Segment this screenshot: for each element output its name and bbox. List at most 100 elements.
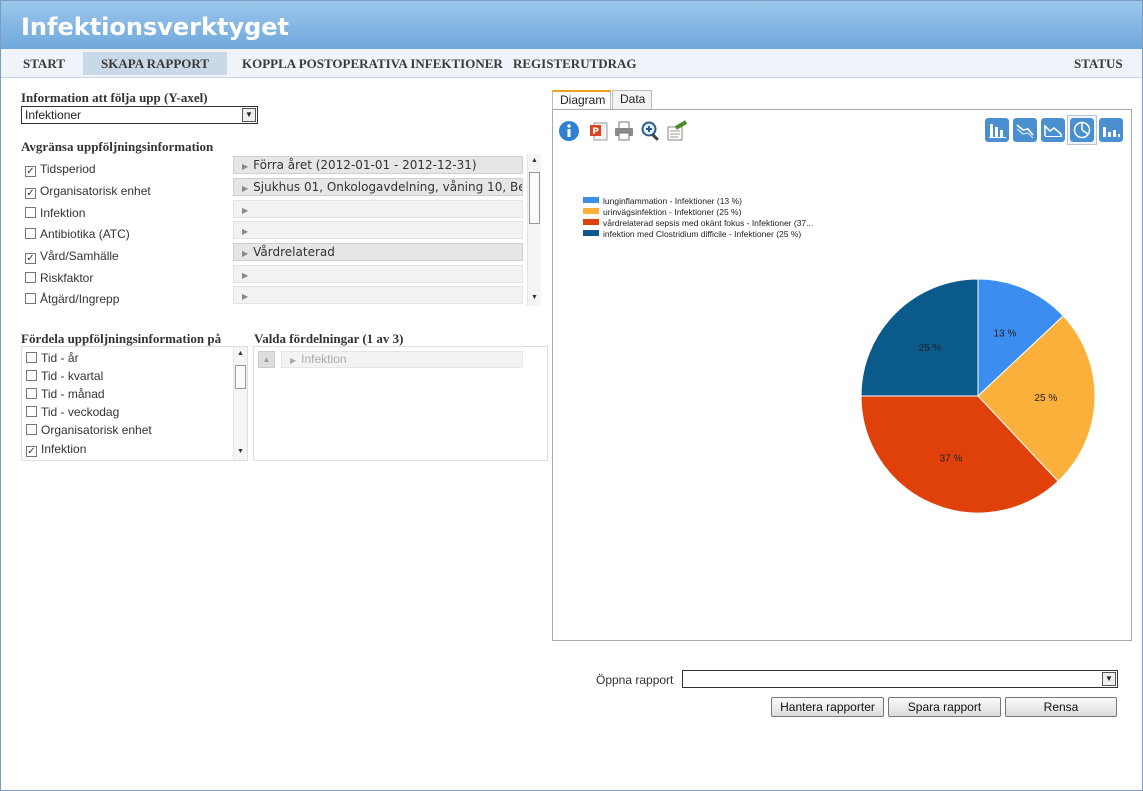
distribute-item-label: Tid - veckodag bbox=[41, 405, 120, 419]
powerpoint-icon[interactable]: P bbox=[588, 120, 610, 142]
bar-chart-icon[interactable] bbox=[985, 118, 1009, 142]
tab-data[interactable]: Data bbox=[612, 90, 652, 109]
nav-status[interactable]: STATUS bbox=[1056, 52, 1141, 75]
distribute-item[interactable]: Tid - månad bbox=[26, 385, 105, 403]
limit-filter[interactable]: ▶ bbox=[233, 265, 523, 283]
tab-diagram[interactable]: Diagram bbox=[552, 90, 611, 110]
info-icon[interactable] bbox=[558, 120, 580, 142]
checkbox[interactable] bbox=[25, 228, 36, 239]
checkbox[interactable] bbox=[26, 424, 37, 435]
distribute-item[interactable]: Tid - år bbox=[26, 349, 79, 367]
distribute-item-label: Organisatorisk enhet bbox=[41, 423, 152, 437]
triangle-right-icon: ▶ bbox=[290, 356, 297, 365]
checkbox[interactable]: ✓ bbox=[26, 446, 37, 457]
checkbox[interactable]: ✓ bbox=[25, 188, 36, 199]
checkbox[interactable] bbox=[26, 370, 37, 381]
pie-slice-label: 25 % bbox=[919, 343, 942, 354]
limit-item[interactable]: Infektion bbox=[25, 204, 85, 222]
limit-filter[interactable]: ▶ Vårdrelaterad bbox=[233, 243, 523, 261]
pie-slice[interactable] bbox=[860, 278, 979, 397]
limit-item-label: Åtgärd/Ingrepp bbox=[40, 292, 120, 306]
checkbox[interactable] bbox=[25, 293, 36, 304]
scroll-down-icon[interactable]: ▼ bbox=[528, 292, 541, 304]
save-report-button[interactable]: Spara rapport bbox=[888, 697, 1001, 717]
limit-item[interactable]: Riskfaktor bbox=[25, 269, 93, 287]
column-chart-icon[interactable] bbox=[1099, 118, 1123, 142]
limit-item[interactable]: ✓ Organisatorisk enhet bbox=[25, 182, 151, 200]
distribute-item-label: Tid - år bbox=[41, 351, 79, 365]
print-icon[interactable] bbox=[613, 120, 635, 142]
limit-item-label: Riskfaktor bbox=[40, 271, 94, 285]
checkbox[interactable] bbox=[26, 406, 37, 417]
yaxis-select[interactable]: Infektioner ▼ bbox=[21, 106, 258, 124]
legend-entry: infektion med Clostridium difficile - In… bbox=[583, 229, 801, 240]
svg-text:P: P bbox=[592, 127, 599, 137]
chevron-down-icon: ▼ bbox=[1102, 672, 1116, 686]
limit-filter[interactable]: ▶ bbox=[233, 286, 523, 304]
checkbox[interactable] bbox=[26, 388, 37, 399]
chevron-down-icon: ▼ bbox=[242, 108, 256, 122]
checkbox[interactable] bbox=[26, 352, 37, 363]
chart-panel: P lunginflammation - Infektioner (13 %) u… bbox=[552, 109, 1132, 641]
legend-label: lunginflammation - Infektioner (13 %) bbox=[603, 196, 742, 206]
scroll-thumb[interactable] bbox=[235, 365, 246, 389]
limit-item[interactable]: ✓ Tidsperiod bbox=[25, 160, 96, 178]
limit-filter-value: Vårdrelaterad bbox=[253, 245, 335, 259]
manage-reports-button[interactable]: Hantera rapporter bbox=[771, 697, 884, 717]
legend-swatch bbox=[583, 219, 599, 225]
area-chart-icon[interactable] bbox=[1041, 118, 1065, 142]
checkbox[interactable]: ✓ bbox=[25, 166, 36, 177]
distribute-item[interactable]: Tid - veckodag bbox=[26, 403, 119, 421]
selected-label: Valda fördelningar (1 av 3) bbox=[254, 331, 404, 346]
distribute-item[interactable]: Organisatorisk enhet bbox=[26, 421, 152, 439]
limit-item-label: Antibiotika (ATC) bbox=[40, 227, 130, 241]
line-chart-icon[interactable] bbox=[1013, 118, 1037, 142]
distribute-item[interactable]: ✓ Infektion bbox=[26, 440, 86, 458]
limit-label: Avgränsa uppföljningsinformation bbox=[21, 139, 214, 154]
limit-item-label: Organisatorisk enhet bbox=[40, 184, 151, 198]
limit-item[interactable]: Åtgärd/Ingrepp bbox=[25, 290, 119, 308]
move-up-icon[interactable]: ▲ bbox=[258, 351, 275, 368]
distribute-scrollbar[interactable]: ▲ ▼ bbox=[233, 347, 247, 460]
app-header: Infektionsverktyget bbox=[1, 1, 1142, 49]
limit-item-label: Vård/Samhälle bbox=[40, 249, 119, 263]
limit-scrollbar[interactable]: ▲ ▼ bbox=[527, 154, 541, 306]
limit-filter[interactable]: ▶ Förra året (2012-01-01 - 2012-12-31) bbox=[233, 156, 523, 174]
open-report-label: Öppna rapport bbox=[596, 673, 674, 687]
scroll-up-icon[interactable]: ▲ bbox=[234, 348, 247, 360]
nav-registerutdrag[interactable]: REGISTERUTDRAG bbox=[495, 52, 655, 75]
selected-item[interactable]: ▶ Infektion bbox=[281, 351, 523, 368]
pie-slice-label: 13 % bbox=[994, 329, 1017, 340]
limit-item[interactable]: Antibiotika (ATC) bbox=[25, 225, 130, 243]
checkbox[interactable] bbox=[25, 272, 36, 283]
triangle-right-icon: ▶ bbox=[242, 184, 249, 193]
pie-chart-icon[interactable] bbox=[1070, 118, 1094, 142]
zoom-in-icon[interactable] bbox=[640, 120, 662, 142]
limit-item-label: Infektion bbox=[40, 206, 86, 220]
limit-filter[interactable]: ▶ bbox=[233, 200, 523, 218]
distribute-item[interactable]: Tid - kvartal bbox=[26, 367, 103, 385]
open-report-select[interactable]: ▼ bbox=[682, 670, 1118, 688]
limit-filter[interactable]: ▶ bbox=[233, 221, 523, 239]
triangle-right-icon: ▶ bbox=[242, 271, 249, 280]
legend-swatch bbox=[583, 230, 599, 236]
scroll-down-icon[interactable]: ▼ bbox=[234, 446, 247, 458]
limit-filter[interactable]: ▶ Sjukhus 01, Onkologavdelning, våning 10… bbox=[233, 178, 523, 196]
nav-skapa-rapport[interactable]: SKAPA RAPPORT bbox=[83, 52, 227, 75]
clear-button[interactable]: Rensa bbox=[1005, 697, 1117, 717]
pie-slice-label: 25 % bbox=[1034, 393, 1057, 404]
limit-panel: ✓ Tidsperiod ▶ Förra året (2012-01-01 - 201… bbox=[21, 154, 543, 308]
limit-filter-value: Sjukhus 01, Onkologavdelning, våning 10,… bbox=[253, 180, 523, 194]
limit-item[interactable]: ✓ Vård/Samhälle bbox=[25, 247, 119, 265]
legend-swatch bbox=[583, 197, 599, 203]
checkbox[interactable]: ✓ bbox=[25, 253, 36, 264]
nav-start[interactable]: START bbox=[5, 52, 83, 75]
edit-icon[interactable] bbox=[666, 120, 688, 142]
scroll-thumb[interactable] bbox=[529, 172, 540, 224]
nav-koppla[interactable]: KOPPLA POSTOPERATIVA INFEKTIONER bbox=[224, 52, 521, 75]
triangle-right-icon: ▶ bbox=[242, 206, 249, 215]
legend-entry: vårdrelaterad sepsis med okänt fokus - I… bbox=[583, 218, 813, 229]
checkbox[interactable] bbox=[25, 207, 36, 218]
distribute-panel: Tid - år Tid - kvartal Tid - månad Tid - ve… bbox=[21, 346, 248, 461]
scroll-up-icon[interactable]: ▲ bbox=[528, 155, 541, 167]
